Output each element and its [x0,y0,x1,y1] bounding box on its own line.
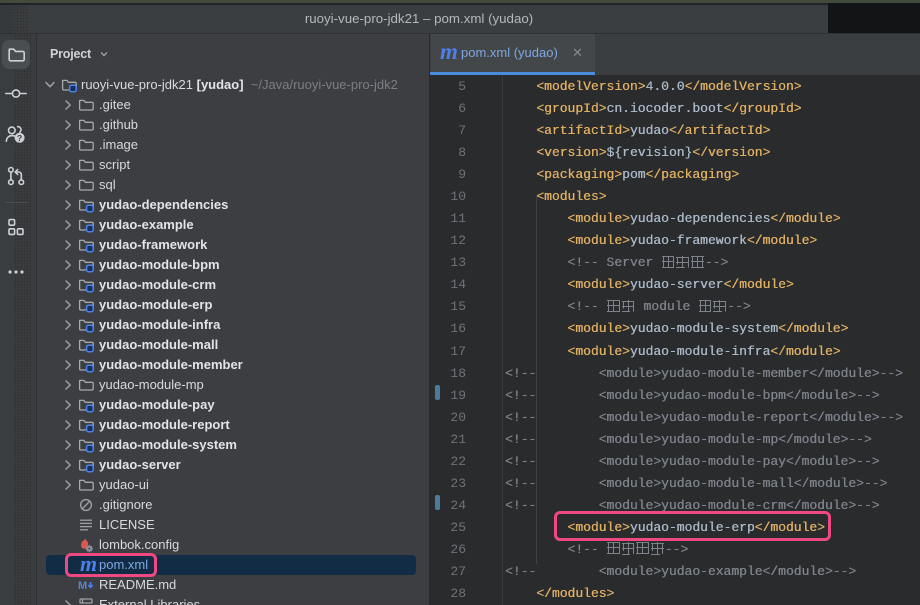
svg-text:?: ? [17,133,22,143]
svg-text:M: M [78,580,87,592]
